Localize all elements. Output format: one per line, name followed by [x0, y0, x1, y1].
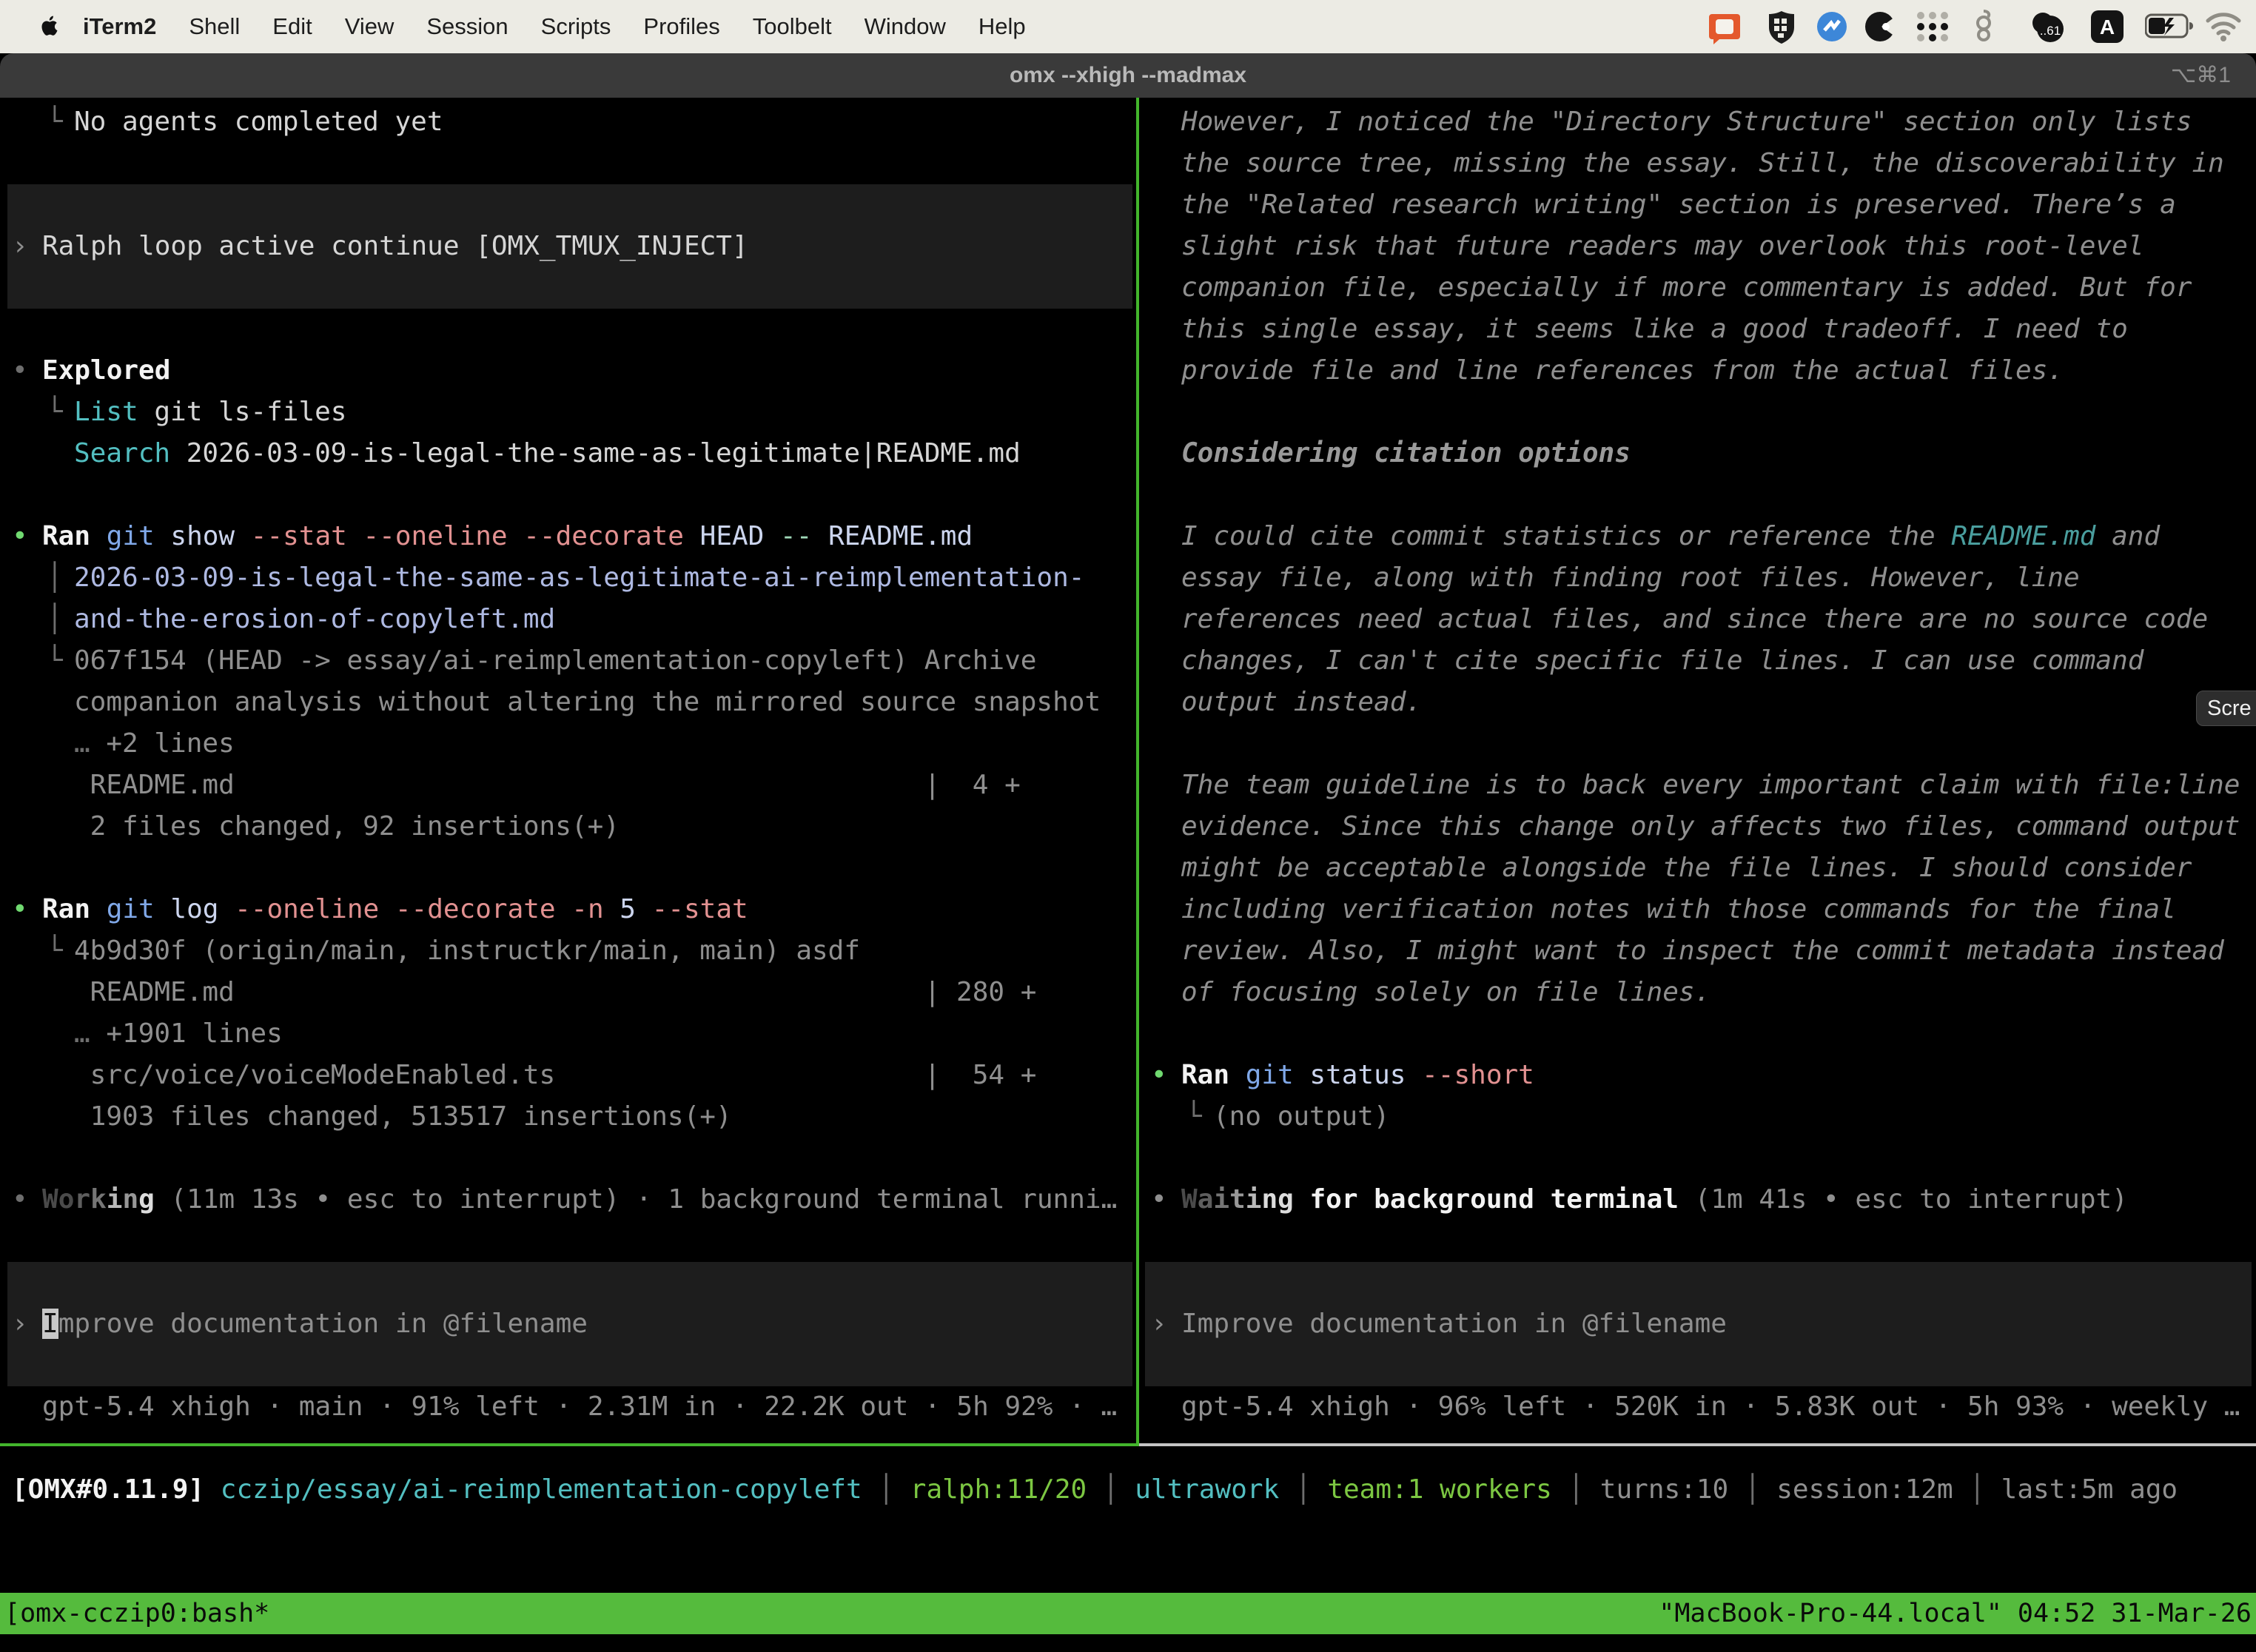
svg-text:..61: ..61 [2040, 24, 2061, 38]
reasoning-p1-l1: However, I noticed the "Directory Struct… [0, 101, 2256, 143]
omx-status-line: [OMX#0.11.9] cczip/essay/ai-reimplementa… [0, 1469, 2256, 1511]
reasoning-p3-l3: might be acceptable alongside the file l… [0, 847, 2256, 889]
ran-git-status: •Ran git status --short [0, 1055, 2256, 1096]
explored-list: └List git ls-files [0, 392, 2256, 433]
pacman-icon[interactable] [1864, 10, 1898, 47]
reasoning-p1-l2: the source tree, missing the essay. Stil… [0, 143, 2256, 184]
menu-items: iTerm2 Shell Edit View Session Scripts Profile… [83, 0, 1026, 53]
log-more-lines: … +1901 lines [0, 1013, 2256, 1055]
chat-app-icon[interactable] [1708, 11, 1742, 49]
wifi-icon[interactable] [2204, 10, 2243, 45]
reasoning-p2-l1: I could cite commit statistics or refere… [0, 516, 2256, 557]
tmux-status-bar: [omx-cczip0:bash* "MacBook-Pro-44.local"… [0, 1593, 2256, 1634]
reasoning-p3-l5: review. Also, I might want to inspect th… [0, 930, 2256, 972]
menu-item-edit[interactable]: Edit [272, 13, 312, 40]
menu-item-help[interactable]: Help [978, 13, 1026, 40]
window-shortcut-label: ⌥⌘1 [2171, 53, 2231, 98]
dots-grid-icon[interactable] [1914, 10, 1951, 47]
menu-item-scripts[interactable]: Scripts [541, 13, 611, 40]
reasoning-p3-l4: including verification notes with those … [0, 889, 2256, 930]
tmux-session-label: [omx-cczip0:bash* [4, 1593, 269, 1634]
menu-item-shell[interactable]: Shell [189, 13, 240, 40]
menu-item-profiles[interactable]: Profiles [643, 13, 719, 40]
pane-bottom-border-right [1139, 1443, 2256, 1446]
reasoning-p2-l3: references need actual files, and since … [0, 599, 2256, 640]
menu-item-iterm2[interactable]: iTerm2 [83, 13, 156, 40]
reasoning-p2-l2: essay file, along with finding root file… [0, 557, 2256, 599]
dragon-icon[interactable] [1969, 8, 1998, 49]
reasoning-p1-l6: this single essay, it seems like a good … [0, 309, 2256, 350]
reasoning-p3-l1: The team guideline is to back every impo… [0, 765, 2256, 806]
reasoning-p3-l2: evidence. Since this change only affects… [0, 806, 2256, 847]
pane-divider[interactable] [1136, 98, 1139, 1443]
menu-item-session[interactable]: Session [426, 13, 508, 40]
tmux-host-clock: "MacBook-Pro-44.local" 04:52 31-Mar-26 [1659, 1593, 2252, 1634]
right-session-stats: gpt-5.4 xhigh · 96% left · 520K in · 5.8… [0, 1386, 2256, 1428]
svg-text:A: A [2100, 16, 2115, 38]
waiting-status: •Waiting for background terminal (1m 41s… [0, 1179, 2256, 1220]
a-key-icon[interactable]: A [2090, 10, 2124, 47]
reasoning-p2-l4: changes, I can't cite specific file line… [0, 640, 2256, 682]
window-title: omx --xhigh --madmax [0, 53, 2256, 98]
tooltip-label: Scre [2207, 696, 2252, 720]
pane-bottom-border-left [0, 1443, 1139, 1446]
screen-share-tooltip: Scre [2196, 691, 2256, 726]
show-more-lines: … +2 lines [0, 723, 2256, 765]
reasoning-heading: Considering citation options [0, 433, 2256, 474]
menu-item-toolbelt[interactable]: Toolbelt [753, 13, 832, 40]
menu-item-view[interactable]: View [345, 13, 395, 40]
status-output: └(no output) [0, 1096, 2256, 1138]
shield-grid-icon[interactable] [1765, 10, 1799, 49]
reasoning-p2-l5: output instead. [0, 682, 2256, 723]
reasoning-p1-l3: the "Related research writing" section i… [0, 184, 2256, 226]
terminal-content: └No agents completed yet›Ralph loop acti… [0, 98, 2256, 1652]
blue-badge-icon[interactable] [1815, 10, 1849, 47]
battery-icon[interactable] [2145, 13, 2194, 44]
menu-bar: iTerm2 Shell Edit View Session Scripts Profile… [0, 0, 2256, 53]
screen: iTerm2 Shell Edit View Session Scripts Profile… [0, 0, 2256, 1652]
reasoning-p1-l5: companion file, especially if more comme… [0, 267, 2256, 309]
badge-61-icon[interactable]: ..61 [2025, 10, 2071, 47]
apple-menu-icon[interactable] [37, 10, 62, 41]
menu-item-window[interactable]: Window [865, 13, 946, 40]
reasoning-p1-l7: provide file and line references from th… [0, 350, 2256, 392]
reasoning-p3-l6: of focusing solely on file lines. [0, 972, 2256, 1013]
reasoning-p1-l4: slight risk that future readers may over… [0, 226, 2256, 267]
right-input-line: ›Improve documentation in @filename [0, 1303, 2256, 1345]
